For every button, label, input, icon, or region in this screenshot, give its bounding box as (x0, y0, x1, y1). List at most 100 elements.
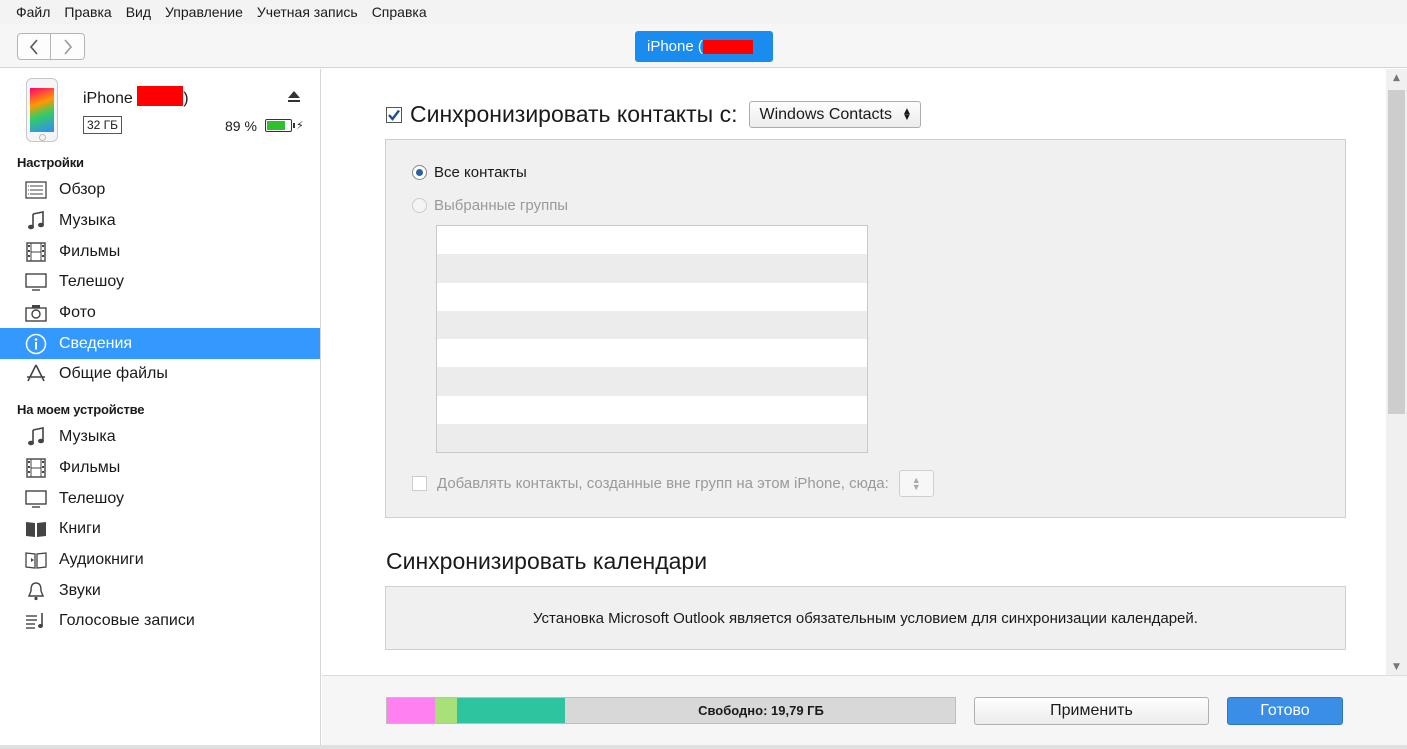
sidebar-item-label: Книги (59, 520, 101, 538)
bottom-bar: Свободно: 19,79 ГБ Применить Готово (322, 675, 1407, 745)
sidebar-item-device-tv[interactable]: Телешоу (0, 483, 320, 514)
sidebar-item-label: Фильмы (59, 242, 121, 260)
tv-icon (25, 271, 47, 293)
list-item (437, 254, 867, 283)
navigation-buttons (17, 33, 85, 60)
selected-groups-option[interactable]: Выбранные группы (412, 197, 568, 214)
scroll-thumb[interactable] (1388, 90, 1405, 414)
calendars-message: Установка Microsoft Outlook является обя… (533, 609, 1198, 627)
scroll-down-arrow-icon[interactable]: ▼ (1386, 658, 1407, 675)
music-note-icon (25, 210, 47, 232)
menu-account[interactable]: Учетная запись (257, 4, 358, 20)
sidebar-item-device-voice-memos[interactable]: Голосовые записи (0, 606, 320, 637)
apps-icon (25, 363, 47, 385)
sidebar-item-label: Обзор (59, 181, 106, 199)
sidebar-item-photos[interactable]: Фото (0, 298, 320, 329)
scroll-up-arrow-icon[interactable]: ▲ (1386, 69, 1407, 86)
menu-help[interactable]: Справка (372, 4, 427, 20)
sidebar-item-device-tones[interactable]: Звуки (0, 575, 320, 606)
chevron-left-icon (29, 38, 38, 55)
settings-section-title: Настройки (17, 155, 84, 170)
sync-contacts-checkbox[interactable] (386, 106, 402, 123)
apply-button[interactable]: Применить (974, 697, 1209, 725)
tv-icon (25, 488, 47, 510)
chevron-right-icon (63, 38, 72, 55)
done-button[interactable]: Готово (1227, 697, 1343, 725)
iphone-thumbnail (26, 78, 58, 142)
device-tab[interactable]: iPhone ( (635, 31, 773, 62)
selected-groups-radio[interactable] (412, 198, 427, 213)
list-item (437, 396, 867, 424)
audiobook-icon (25, 549, 47, 571)
all-contacts-radio[interactable] (412, 165, 427, 180)
sidebar-item-device-music[interactable]: Музыка (0, 422, 320, 453)
all-contacts-option[interactable]: Все контакты (412, 164, 527, 181)
free-space-label: Свободно: 19,79 ГБ (698, 703, 824, 718)
sidebar-item-summary[interactable]: Обзор (0, 175, 320, 206)
sidebar-item-file-sharing[interactable]: Общие файлы (0, 359, 320, 390)
sidebar-item-label: Фото (59, 304, 96, 322)
sidebar: iPhone ) 32 ГБ 89 % ⚡ Настройки Обзор Му… (0, 69, 321, 745)
checkmark-icon (388, 109, 400, 121)
voice-memo-icon (25, 610, 47, 632)
sidebar-item-info[interactable]: Сведения (0, 328, 320, 360)
menu-file[interactable]: Файл (16, 4, 50, 20)
list-item (437, 226, 867, 254)
device-tab-label: iPhone ( (647, 38, 703, 55)
sidebar-item-label: Голосовые записи (59, 612, 195, 630)
add-contacts-checkbox[interactable] (412, 476, 427, 491)
forward-button[interactable] (51, 33, 85, 60)
sidebar-item-device-movies[interactable]: Фильмы (0, 453, 320, 484)
redaction-mark (702, 39, 753, 54)
menu-edit[interactable]: Правка (64, 4, 111, 20)
list-item (437, 310, 867, 340)
sidebar-item-label: Музыка (59, 428, 116, 446)
sidebar-item-movies[interactable]: Фильмы (0, 236, 320, 267)
add-contacts-option: Добавлять контакты, созданные вне групп … (412, 470, 934, 497)
music-note-icon (25, 426, 47, 448)
menu-view[interactable]: Вид (126, 4, 151, 20)
menu-controls[interactable]: Управление (165, 4, 243, 20)
camera-icon (25, 302, 47, 324)
sidebar-item-label: Телешоу (59, 489, 125, 507)
sidebar-item-music[interactable]: Музыка (0, 206, 320, 237)
device-name: iPhone ) (83, 86, 189, 108)
sidebar-item-label: Телешоу (59, 273, 125, 291)
sidebar-item-label: Музыка (59, 212, 116, 230)
redaction-mark (137, 86, 184, 106)
contacts-sync-header: Синхронизировать контакты с: Windows Con… (386, 101, 921, 128)
summary-icon (25, 179, 47, 201)
battery-percent: 89 % (225, 118, 257, 134)
list-item (437, 424, 867, 453)
vertical-scrollbar[interactable]: ▲ ▼ (1386, 69, 1407, 675)
info-icon (25, 333, 47, 355)
sidebar-item-device-audiobooks[interactable]: Аудиокниги (0, 545, 320, 576)
menu-bar: Файл Правка Вид Управление Учетная запис… (0, 0, 1407, 24)
sidebar-item-tv[interactable]: Телешоу (0, 267, 320, 298)
info-page: Синхронизировать контакты с: Windows Con… (322, 69, 1386, 675)
film-icon (25, 457, 47, 479)
up-down-arrows-icon: ▲ ▼ (901, 105, 912, 123)
contacts-options-panel: Все контакты Выбранные группы Добавлять … (385, 139, 1346, 518)
selected-groups-label: Выбранные группы (434, 197, 569, 214)
add-contacts-label: Добавлять контакты, созданные вне групп … (437, 475, 889, 492)
group-target-select[interactable]: ▲ ▼ (898, 470, 934, 497)
groups-list[interactable] (436, 225, 868, 453)
toolbar: iPhone ( (0, 24, 1407, 68)
itunes-window: Файл Правка Вид Управление Учетная запис… (0, 0, 1407, 749)
sidebar-item-label: Аудиокниги (59, 550, 144, 568)
sidebar-item-device-books[interactable]: Книги (0, 514, 320, 545)
eject-icon[interactable] (287, 88, 301, 107)
book-icon (25, 518, 47, 540)
window-bottom-edge (0, 745, 1407, 749)
list-item (437, 339, 867, 367)
all-contacts-label: Все контакты (434, 164, 527, 181)
sync-contacts-label: Синхронизировать контакты с: (410, 101, 738, 127)
battery-icon (265, 119, 295, 132)
device-header: iPhone ) 32 ГБ 89 % ⚡ (0, 69, 320, 151)
contacts-source-value: Windows Contacts (759, 105, 892, 123)
storage-bar: Свободно: 19,79 ГБ (386, 697, 956, 724)
back-button[interactable] (17, 33, 51, 60)
contacts-source-select[interactable]: Windows Contacts ▲ ▼ (749, 101, 921, 128)
calendars-panel: Установка Microsoft Outlook является обя… (385, 586, 1346, 650)
